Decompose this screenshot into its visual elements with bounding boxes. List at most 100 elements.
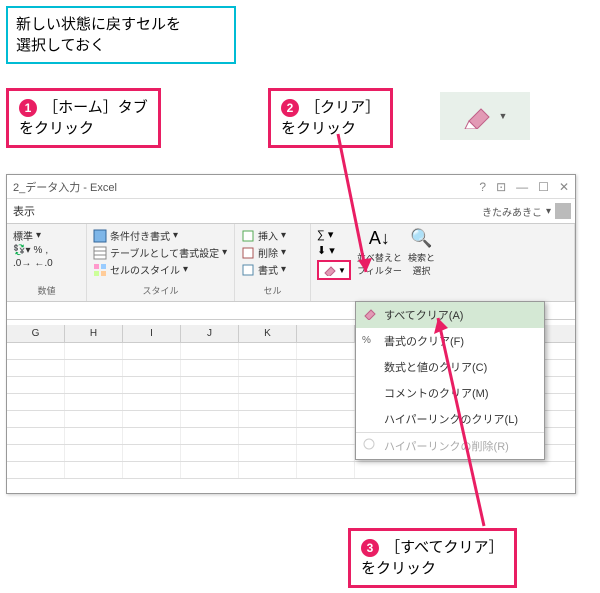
cell[interactable]: [123, 411, 181, 427]
cell[interactable]: [239, 445, 297, 461]
number-format-select[interactable]: 標準 ▾: [13, 228, 80, 243]
cell[interactable]: [239, 462, 297, 478]
user-name: きたみあきこ: [482, 204, 542, 219]
cell[interactable]: [123, 462, 181, 478]
col-head[interactable]: I: [123, 325, 181, 342]
delete-icon: [241, 246, 255, 260]
cell[interactable]: [7, 377, 65, 393]
cell[interactable]: [123, 343, 181, 359]
comma-button[interactable]: ,: [45, 245, 48, 256]
cell[interactable]: [7, 343, 65, 359]
delete-button[interactable]: 削除 ▾: [241, 245, 304, 260]
excel-window: 2_データ入力 - Excel ? ⊡ — ☐ ✕ きたみあきこ ▾ 表示 標準…: [6, 174, 576, 494]
menu-item-clear-formats[interactable]: % 書式のクリア(F): [356, 328, 544, 354]
cell[interactable]: [181, 360, 239, 376]
help-icon[interactable]: ?: [479, 180, 486, 194]
cell[interactable]: [297, 411, 355, 427]
cell[interactable]: [7, 411, 65, 427]
group-label-cells: セル: [241, 284, 304, 297]
decrease-decimal-button[interactable]: ←.0: [34, 258, 52, 269]
col-head[interactable]: G: [7, 325, 65, 342]
cell[interactable]: [181, 394, 239, 410]
callout-3-text: ［すべてクリア］をクリック: [361, 539, 504, 577]
find-select-button[interactable]: 🔍 検索と選択: [408, 228, 435, 280]
cell[interactable]: [65, 462, 123, 478]
cell[interactable]: [297, 462, 355, 478]
cell[interactable]: [239, 411, 297, 427]
cell[interactable]: [297, 360, 355, 376]
format-button[interactable]: 書式 ▾: [241, 262, 304, 277]
callout-2-num: 2: [281, 99, 299, 117]
cell[interactable]: [297, 343, 355, 359]
clear-button[interactable]: ▼: [317, 260, 351, 280]
cell[interactable]: [297, 428, 355, 444]
fill-button[interactable]: ⬇ ▾: [317, 244, 351, 257]
cell[interactable]: [7, 445, 65, 461]
col-head[interactable]: J: [181, 325, 239, 342]
cell[interactable]: [7, 360, 65, 376]
cell[interactable]: [123, 394, 181, 410]
callout-1: 1 ［ホーム］タブをクリック: [6, 88, 161, 148]
cell[interactable]: [239, 360, 297, 376]
callout-3: 3 ［すべてクリア］をクリック: [348, 528, 517, 588]
close-icon[interactable]: ✕: [559, 180, 569, 194]
cell[interactable]: [181, 428, 239, 444]
user-info[interactable]: きたみあきこ ▾: [482, 203, 571, 219]
cell[interactable]: [65, 428, 123, 444]
cell[interactable]: [65, 411, 123, 427]
cell[interactable]: [123, 428, 181, 444]
cell[interactable]: [65, 377, 123, 393]
cell[interactable]: [181, 462, 239, 478]
cell[interactable]: [7, 428, 65, 444]
cell[interactable]: [123, 360, 181, 376]
group-label-number: 数値: [13, 284, 80, 297]
cell[interactable]: [181, 343, 239, 359]
minimize-icon[interactable]: —: [516, 180, 528, 194]
cell[interactable]: [65, 360, 123, 376]
sort-filter-button[interactable]: A↓ 並べ替えとフィルター: [357, 228, 402, 280]
clear-dropdown-menu: すべてクリア(A) % 書式のクリア(F) 数式と値のクリア(C) コメントのク…: [355, 301, 545, 460]
cell[interactable]: [239, 428, 297, 444]
cell[interactable]: [239, 377, 297, 393]
cell[interactable]: [65, 394, 123, 410]
col-head[interactable]: H: [65, 325, 123, 342]
cell[interactable]: [181, 377, 239, 393]
cell[interactable]: [123, 445, 181, 461]
cell[interactable]: [297, 377, 355, 393]
cell[interactable]: [65, 343, 123, 359]
insert-icon: [241, 229, 255, 243]
cell[interactable]: [297, 394, 355, 410]
autosum-button[interactable]: ∑ ▾: [317, 228, 351, 241]
callout-1-num: 1: [19, 99, 37, 117]
cell[interactable]: [239, 394, 297, 410]
cell[interactable]: [181, 411, 239, 427]
currency-button[interactable]: 💱▾: [13, 245, 30, 256]
conditional-formatting-button[interactable]: 条件付き書式 ▾: [93, 228, 228, 243]
window-title: 2_データ入力 - Excel: [13, 179, 479, 195]
table-row[interactable]: [7, 462, 575, 479]
cell[interactable]: [181, 445, 239, 461]
cell[interactable]: [297, 445, 355, 461]
cell[interactable]: [7, 462, 65, 478]
col-head[interactable]: K: [239, 325, 297, 342]
percent-button[interactable]: %: [33, 245, 42, 256]
eraser-icon: [322, 264, 336, 276]
cell[interactable]: [7, 394, 65, 410]
format-as-table-button[interactable]: テーブルとして書式設定 ▾: [93, 245, 228, 260]
callout-3-num: 3: [361, 539, 379, 557]
insert-button[interactable]: 挿入 ▾: [241, 228, 304, 243]
menu-item-clear-contents[interactable]: 数式と値のクリア(C): [356, 354, 544, 380]
cell[interactable]: [123, 377, 181, 393]
menu-item-clear-all[interactable]: すべてクリア(A): [356, 302, 544, 328]
cell[interactable]: [239, 343, 297, 359]
conditional-format-icon: [93, 229, 107, 243]
maximize-icon[interactable]: ☐: [538, 180, 549, 194]
menu-item-clear-comments[interactable]: コメントのクリア(M): [356, 380, 544, 406]
ribbon-options-icon[interactable]: ⊡: [496, 180, 506, 194]
menu-item-clear-hyperlinks[interactable]: ハイパーリンクのクリア(L): [356, 406, 544, 432]
clear-button-enlarged: ▼: [440, 92, 530, 140]
increase-decimal-button[interactable]: .0→: [13, 258, 31, 269]
cell[interactable]: [65, 445, 123, 461]
dropdown-arrow-icon: ▼: [499, 111, 508, 121]
cell-styles-button[interactable]: セルのスタイル ▾: [93, 262, 228, 277]
